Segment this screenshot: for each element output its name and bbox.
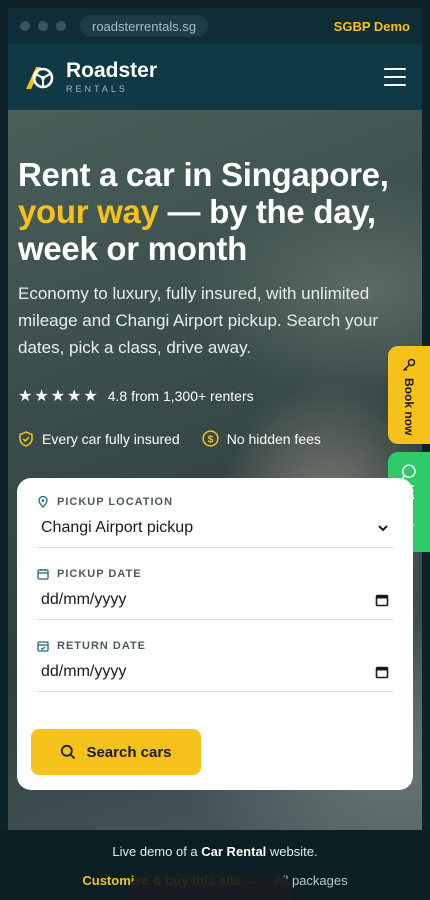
calendar-icon	[375, 666, 389, 678]
url-bar[interactable]: roadsterrentals.sg	[80, 15, 209, 37]
perk-insured-text: Every car fully insured	[42, 430, 180, 447]
dollar-icon: $	[202, 430, 219, 447]
key-icon	[402, 358, 416, 372]
return-date-label: RETURN DATE	[57, 640, 147, 652]
site-header: Roadster RENTALS	[8, 44, 422, 110]
hero-subtitle: Economy to luxury, fully insured, with u…	[18, 284, 379, 357]
footer-line: Live demo of a Car Rental website.	[112, 844, 318, 859]
window-dot	[38, 21, 48, 31]
page: roadsterrentals.sg SGBP Demo Roadster RE…	[0, 0, 430, 900]
pickup-date-value: dd/mm/yyyy	[41, 590, 127, 608]
search-cars-label: Search cars	[86, 743, 172, 761]
pickup-date-input[interactable]: dd/mm/yyyy	[37, 580, 393, 620]
hero-title: Rent a car in Singapore, your way — by t…	[18, 156, 389, 267]
calendar-check-icon	[37, 641, 49, 652]
pickup-location-select[interactable]: Changi Airport pickup	[37, 508, 393, 548]
return-date-field: RETURN DATE dd/mm/yyyy	[37, 640, 393, 692]
footer-site-type: Car Rental	[201, 844, 267, 859]
book-now-tab[interactable]: Book now	[388, 346, 430, 444]
floating-dock[interactable]	[128, 874, 294, 900]
hamburger-icon[interactable]	[384, 68, 406, 86]
search-card: PICKUP LOCATION Changi Airport pickup PI…	[17, 478, 413, 790]
star-icons: ★★★★★	[18, 388, 100, 405]
return-date-value: dd/mm/yyyy	[41, 662, 127, 680]
pickup-location-field: PICKUP LOCATION Changi Airport pickup	[37, 496, 393, 548]
svg-text:$: $	[207, 433, 213, 445]
book-now-label: Book now	[402, 378, 416, 436]
rating: ★★★★★ 4.8 from 1,300+ renters	[18, 386, 254, 406]
pickup-date-label: PICKUP DATE	[57, 568, 142, 580]
chat-bubble-icon	[401, 464, 416, 479]
search-cars-button[interactable]: Search cars	[31, 729, 201, 775]
browser-chrome: roadsterrentals.sg SGBP Demo	[8, 8, 422, 44]
pickup-location-label: PICKUP LOCATION	[57, 496, 174, 508]
search-icon	[61, 744, 76, 760]
pickup-location-value: Changi Airport pickup	[41, 518, 194, 536]
perks: Every car fully insured $ No hidden fees	[18, 430, 343, 447]
window-dot	[56, 21, 66, 31]
calendar-icon	[375, 594, 389, 606]
brand-name: Roadster	[66, 59, 158, 82]
demo-tag: SGBP Demo	[333, 18, 410, 34]
perk-fees-text: No hidden fees	[226, 430, 321, 447]
brand-subtitle: RENTALS	[66, 84, 128, 94]
window-dot	[20, 21, 30, 31]
perk-fees: $ No hidden fees	[202, 430, 321, 447]
shield-check-icon	[19, 430, 33, 447]
hero-title-accent: your way	[18, 193, 159, 230]
return-date-input[interactable]: dd/mm/yyyy	[37, 652, 393, 692]
perk-insured: Every car fully insured	[18, 430, 180, 447]
rating-text: 4.8 from 1,300+ renters	[107, 388, 254, 404]
location-pin-icon	[38, 496, 48, 508]
chevron-down-icon	[378, 524, 388, 531]
brand[interactable]: Roadster RENTALS	[66, 60, 157, 94]
pickup-date-field: PICKUP DATE dd/mm/yyyy	[37, 568, 393, 620]
logo-icon[interactable]	[24, 61, 56, 93]
calendar-icon	[37, 569, 49, 580]
